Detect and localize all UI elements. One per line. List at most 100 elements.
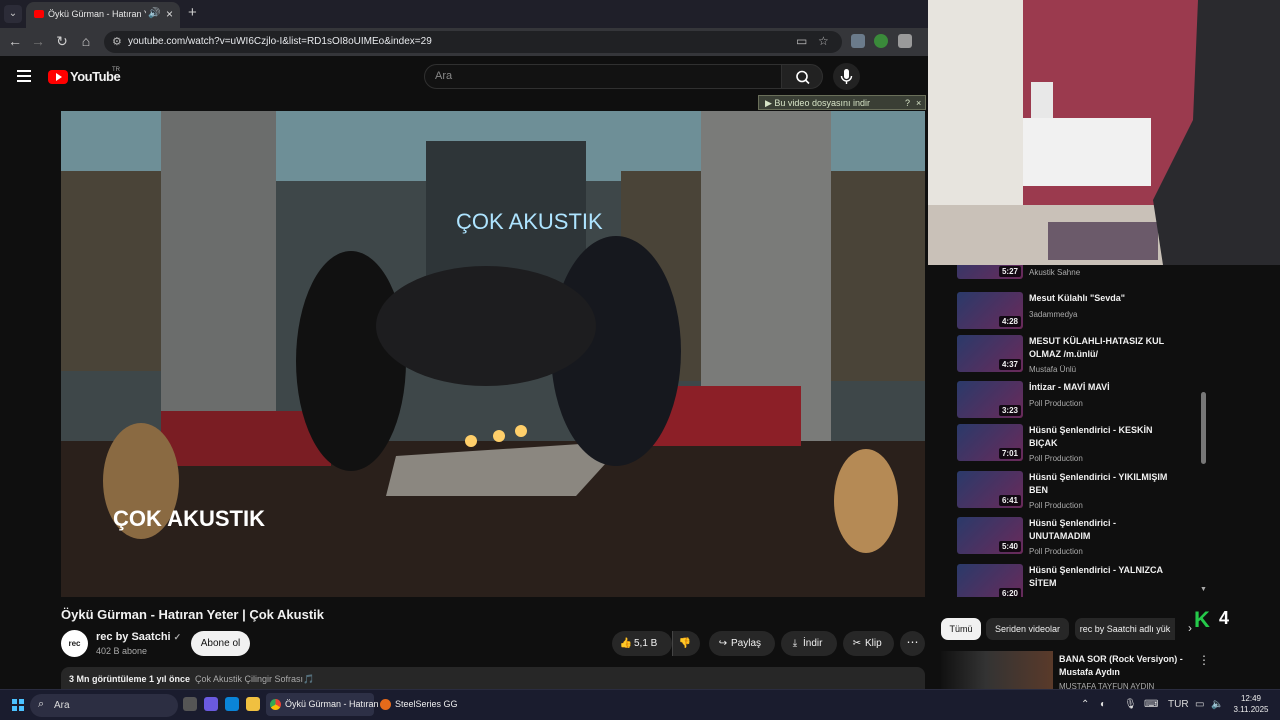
home-icon[interactable]: ⌂ bbox=[77, 33, 95, 49]
duration: 5:27 bbox=[998, 266, 1021, 277]
hamburger-menu-icon[interactable] bbox=[17, 70, 31, 85]
playlist-thumbnail[interactable]: 4:37 bbox=[957, 335, 1023, 372]
playlist-item[interactable]: 3:23 İntizar - MAVİ MAVİ Poll Production bbox=[941, 381, 1199, 425]
recommended-thumbnail[interactable] bbox=[941, 651, 1053, 689]
edge-icon[interactable] bbox=[225, 697, 239, 711]
subscribe-button[interactable]: Abone ol bbox=[191, 631, 250, 656]
country-code: TR bbox=[112, 67, 120, 73]
microphone-icon bbox=[840, 69, 853, 84]
playlist-item-title[interactable]: Hüsnü Şenlendirici - KESKİN BIÇAK bbox=[1029, 424, 1171, 450]
playlist-thumbnail[interactable]: 3:23 bbox=[957, 381, 1023, 418]
neon-sign-text: ÇOK AKUSTIK bbox=[456, 209, 603, 234]
recommended-title[interactable]: BANA SOR (Rock Versiyon) - Mustafa Aydın bbox=[1059, 653, 1189, 679]
playlist-thumbnail[interactable]: 6:20 bbox=[957, 564, 1023, 597]
browser-toolbar: ← → ↻ ⌂ ⚙ youtube.com/watch?v=uWI6Czjlo-… bbox=[0, 28, 928, 56]
address-bar[interactable]: ⚙ youtube.com/watch?v=uWI6Czjlo-I&list=R… bbox=[104, 31, 842, 53]
keyboard-icon[interactable]: ⌨ bbox=[1144, 699, 1158, 710]
shield-extension-icon[interactable] bbox=[851, 34, 865, 48]
channel-avatar[interactable]: rec bbox=[61, 630, 88, 657]
scroll-down-arrow-icon[interactable]: ▼ bbox=[1200, 586, 1207, 593]
playlist-item-channel: Poll Production bbox=[1029, 547, 1083, 556]
search-input[interactable]: Ara bbox=[424, 64, 782, 89]
tray-overflow-icon[interactable]: ⌃ bbox=[1081, 699, 1089, 710]
url-text[interactable]: youtube.com/watch?v=uWI6Czjlo-I&list=RD1… bbox=[128, 36, 432, 47]
playlist-item[interactable]: 5:40 Hüsnü Şenlendirici - UNUTAMADIM Pol… bbox=[941, 517, 1199, 561]
video-player[interactable]: ÇOK AKUSTIK ÇOK AKUSTIK bbox=[61, 111, 925, 597]
recommended-more-icon[interactable]: ⋮ bbox=[1198, 653, 1210, 667]
playlist-thumbnail[interactable]: 7:01 bbox=[957, 424, 1023, 461]
duration: 6:41 bbox=[998, 495, 1021, 506]
tab-close-icon[interactable]: × bbox=[166, 7, 173, 21]
extensions-icon[interactable] bbox=[898, 34, 912, 48]
playlist-scroll-thumb[interactable] bbox=[1201, 392, 1206, 464]
playlist-thumbnail[interactable]: 6:41 bbox=[957, 471, 1023, 508]
playlist-item[interactable]: 6:41 Hüsnü Şenlendirici - YIKILMIŞIM BEN… bbox=[941, 471, 1199, 515]
channel-name[interactable]: rec by Saatchi ✓ bbox=[96, 631, 181, 643]
taskbar-steelseries-app[interactable]: SteelSeries GG bbox=[380, 693, 460, 716]
playlist-item[interactable]: 7:01 Hüsnü Şenlendirici - KESKİN BIÇAK P… bbox=[941, 424, 1199, 468]
playlist-item[interactable]: 4:37 MESUT KÜLAHLI-HATASIZ KUL OLMAZ /m.… bbox=[941, 335, 1199, 379]
chip-next-icon[interactable]: › bbox=[1188, 621, 1192, 635]
youtube-logo-icon[interactable] bbox=[48, 70, 68, 84]
chip-series[interactable]: Seriden videolar bbox=[986, 618, 1069, 640]
tray-mic-icon[interactable]: 🎙 bbox=[1124, 699, 1137, 710]
tray-app-icon[interactable]: ◐ bbox=[1100, 699, 1106, 710]
share-button[interactable]: ↪ Paylaş bbox=[709, 631, 775, 656]
back-arrow-icon[interactable]: ← bbox=[6, 33, 24, 49]
voice-search-button[interactable] bbox=[833, 63, 860, 90]
playlist-item-title[interactable]: Hüsnü Şenlendirici - UNUTAMADIM bbox=[1029, 517, 1171, 543]
duration: 4:28 bbox=[998, 316, 1021, 327]
forward-arrow-icon[interactable]: → bbox=[29, 33, 47, 49]
close-icon[interactable]: × bbox=[916, 98, 921, 108]
browser-tab[interactable]: Öykü Gürman - Hatıran Yeter | Çok Akusti… bbox=[26, 2, 180, 28]
green-extension-icon[interactable] bbox=[874, 34, 888, 48]
site-info-icon[interactable]: ⚙ bbox=[112, 35, 122, 48]
overlay-count: 4 bbox=[1219, 608, 1230, 628]
playlist-item-channel: Akustik Sahne bbox=[1029, 268, 1081, 277]
clip-button[interactable]: ✂ Klip bbox=[843, 631, 894, 656]
search-button[interactable] bbox=[781, 64, 823, 89]
description-box[interactable]: 3 Mn görüntüleme 1 yıl önce Çok Akustik … bbox=[61, 667, 925, 689]
playlist-thumbnail[interactable]: 5:27 bbox=[957, 265, 1023, 279]
playlist-item[interactable]: 6:20 Hüsnü Şenlendirici - YALNIZCA SİTEM bbox=[941, 564, 1199, 597]
language-indicator[interactable]: TUR bbox=[1168, 699, 1189, 710]
file-explorer-icon[interactable] bbox=[246, 697, 260, 711]
copilot-icon[interactable] bbox=[204, 697, 218, 711]
chip-all[interactable]: Tümü bbox=[941, 618, 981, 640]
playlist-thumbnail[interactable]: 4:28 bbox=[957, 292, 1023, 329]
network-icon[interactable]: ▭ bbox=[1195, 699, 1204, 710]
playlist-item-title[interactable]: Mesut Külahlı "Sevda" bbox=[1029, 292, 1171, 305]
bookmark-star-icon[interactable]: ☆ bbox=[818, 34, 829, 48]
dislike-button[interactable]: 👎 bbox=[672, 631, 700, 656]
playlist-item-title[interactable]: MESUT KÜLAHLI-HATASIZ KUL OLMAZ /m.ünlü/ bbox=[1029, 335, 1171, 361]
scissors-icon: ✂ bbox=[852, 638, 862, 649]
playlist-thumbnail[interactable]: 5:40 bbox=[957, 517, 1023, 554]
chip-channel[interactable]: rec by Saatchi adlı yük bbox=[1075, 618, 1175, 640]
windows-start-icon[interactable] bbox=[12, 699, 24, 711]
reload-icon[interactable]: ↻ bbox=[53, 33, 71, 50]
download-button[interactable]: ⤓ İndir bbox=[781, 631, 837, 656]
video-title: Öykü Gürman - Hatıran Yeter | Çok Akusti… bbox=[61, 607, 324, 622]
playlist-item-title[interactable]: Hüsnü Şenlendirici - YALNIZCA SİTEM bbox=[1029, 564, 1171, 590]
channel-name-text[interactable]: rec by Saatchi bbox=[96, 631, 171, 643]
playlist-item-title[interactable]: İntizar - MAVİ MAVİ bbox=[1029, 381, 1171, 394]
search-icon bbox=[796, 70, 810, 85]
speaker-icon[interactable]: 🔊 bbox=[148, 8, 160, 19]
tab-search-button[interactable]: ⌄ bbox=[4, 5, 22, 23]
playlist-item-title[interactable]: Hüsnü Şenlendirici - YIKILMIŞIM BEN bbox=[1029, 471, 1171, 497]
description-tags[interactable]: Çok Akustik Çilingir Sofrası🎵 bbox=[195, 674, 314, 685]
system-clock[interactable]: 12:49 3.11.2025 bbox=[1231, 693, 1271, 715]
like-button[interactable]: 👍 5,1 B bbox=[612, 631, 672, 656]
taskbar-chrome-app[interactable]: Öykü Gürman - Hatıran bbox=[266, 693, 379, 716]
download-video-bar[interactable]: ▶ Bu video dosyasını indir ? × bbox=[758, 95, 926, 110]
new-tab-button[interactable]: + bbox=[188, 4, 197, 21]
volume-icon[interactable]: 🔈 bbox=[1211, 699, 1223, 710]
thumbs-up-icon: 👍 bbox=[619, 638, 633, 649]
task-view-icon[interactable] bbox=[183, 697, 197, 711]
more-actions-icon[interactable]: ⋯ bbox=[900, 631, 925, 656]
playlist-item[interactable]: 5:27 Akustik Sahne bbox=[941, 265, 1199, 286]
playlist-item[interactable]: 4:28 Mesut Külahlı "Sevda" 3adammedya bbox=[941, 292, 1199, 336]
taskbar-search[interactable]: ⌕ Ara bbox=[30, 694, 178, 717]
cast-icon[interactable]: ▭ bbox=[796, 34, 807, 48]
help-icon[interactable]: ? bbox=[905, 98, 910, 108]
